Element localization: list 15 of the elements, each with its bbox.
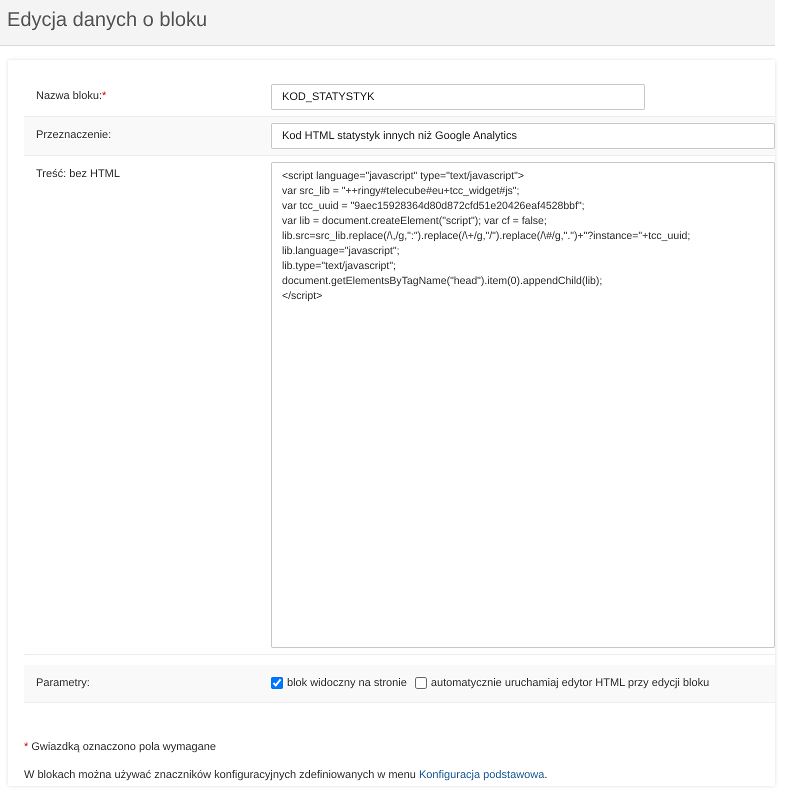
checkbox[interactable] — [271, 677, 283, 690]
checkbox-label[interactable]: blok widoczny na stronie — [287, 675, 407, 692]
page-title: Edycja danych o bloku — [7, 8, 208, 32]
checkbox[interactable] — [414, 677, 427, 690]
text-input[interactable]: Kod HTML statystyk innych niż Google Analytics — [271, 123, 775, 149]
field-label: Treść: bez HTML — [36, 167, 121, 182]
html-textarea[interactable]: <script language="javascript" type="text/javascript"> var src_lib = "++ringy#telecube#eu+tcc_widget#js"; var tcc_uuid = "9aec15928364d80d872cfd51e20426eaf4528bbf"; var lib = document.createElement("script"); var cf = false; lib.src=src_lib.replace(/\,/g,":").replace(/\+/g,"/").replace(/\#/g,".")+"?instance="+tcc_uuid; lib.language="javascript"; lib.type="text/javascript"; document.getElementsByTagName("head").item(0).appendChild(lib); </script> — [271, 162, 775, 648]
field-label: Nazwa bloku:* — [36, 89, 108, 104]
config-link[interactable]: Konfiguracja podstawowa — [418, 769, 544, 781]
required-note: * Gwiazdką oznaczono pola wymagane — [24, 740, 216, 752]
field-label: Parametry: — [36, 676, 91, 691]
checkbox-label[interactable]: automatycznie uruchamiaj edytor HTML przy edycji bloku — [430, 675, 710, 692]
info-note: W blokach można używać znaczników konfiguracyjnych zdefiniowanych w menu Konfiguracja podstawowa. — [24, 769, 548, 781]
text-input[interactable]: KOD_STATYSTYK — [271, 84, 645, 110]
field-label: Przeznaczenie: — [36, 128, 112, 143]
